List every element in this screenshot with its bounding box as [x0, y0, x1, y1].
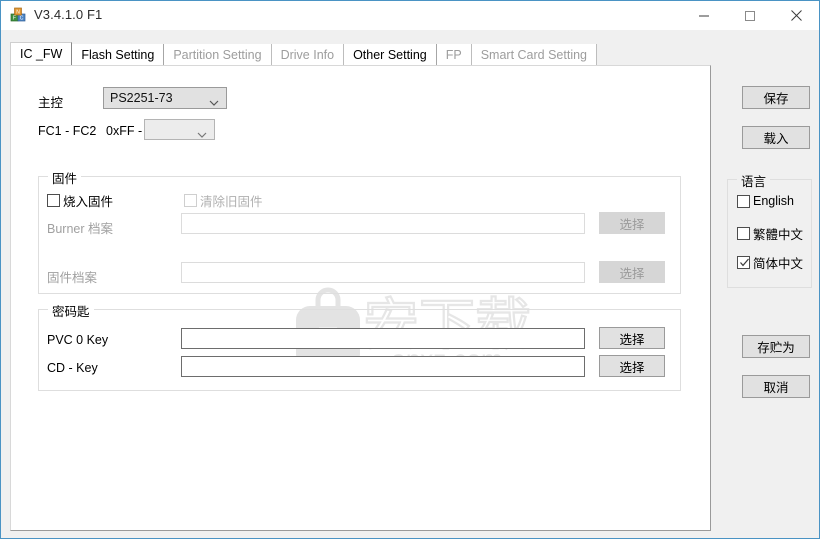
- title-bar: N F C V3.4.1.0 F1: [1, 1, 819, 30]
- save-button[interactable]: 保存: [742, 86, 810, 109]
- fc-prefix-label: 0xFF -: [106, 124, 143, 138]
- tab-drive-info[interactable]: Drive Info: [271, 44, 345, 66]
- cd-key-input[interactable]: [181, 356, 585, 377]
- firmware-file-label: 固件档案: [47, 271, 98, 285]
- language-group-title: 语言: [737, 171, 771, 190]
- burn-firmware-label: 烧入固件: [63, 195, 114, 209]
- check-mark-icon: [739, 257, 750, 268]
- controller-dropdown-value: PS2251-73: [110, 91, 173, 105]
- save-as-button[interactable]: 存贮为: [742, 335, 810, 358]
- cd-key-browse-button[interactable]: 选择: [599, 355, 665, 377]
- clear-old-firmware-label: 清除旧固件: [200, 195, 263, 209]
- tab-smart-card-setting[interactable]: Smart Card Setting: [471, 44, 598, 66]
- burner-file-browse-button[interactable]: 选择: [599, 212, 665, 234]
- checkbox-box: [737, 227, 750, 240]
- svg-text:C: C: [20, 16, 24, 22]
- blocks-icon: N F C: [10, 7, 27, 24]
- chevron-down-icon: [197, 127, 207, 138]
- pvc-key-label: PVC 0 Key: [47, 333, 109, 347]
- chevron-down-icon: [209, 95, 219, 106]
- checkbox-box: [184, 194, 197, 207]
- tab-partition-setting[interactable]: Partition Setting: [164, 44, 272, 66]
- cd-key-label: CD - Key: [47, 361, 98, 375]
- firmware-group: 固件 烧入固件 清除旧固件 Burner 档案 选择 固件档案 选择: [38, 168, 681, 294]
- burner-file-input[interactable]: [181, 213, 585, 234]
- controller-label: 主控: [38, 96, 64, 110]
- pvc-key-input[interactable]: [181, 328, 585, 349]
- firmware-group-title: 固件: [48, 168, 82, 187]
- burner-file-label: Burner 档案: [47, 222, 113, 236]
- firmware-file-browse-button[interactable]: 选择: [599, 261, 665, 283]
- window-title: V3.4.1.0 F1: [34, 7, 103, 22]
- controller-dropdown[interactable]: PS2251-73: [103, 87, 227, 109]
- tab-other-setting[interactable]: Other Setting: [344, 44, 437, 66]
- fc-dropdown[interactable]: [144, 119, 215, 140]
- maximize-button[interactable]: [727, 1, 773, 30]
- key-group-title: 密码匙: [48, 301, 94, 320]
- checkbox-box: [737, 256, 750, 269]
- language-option-english[interactable]: English: [737, 194, 794, 208]
- window-controls: [681, 1, 819, 30]
- minimize-button[interactable]: [681, 1, 727, 30]
- language-group: 语言 English 繁體中文 简体中文: [727, 171, 812, 288]
- checkbox-box: [47, 194, 60, 207]
- cancel-button[interactable]: 取消: [742, 375, 810, 398]
- clear-old-firmware-checkbox[interactable]: 清除旧固件: [184, 191, 263, 210]
- tab-strip: IC _FW Flash Setting Partition Setting D…: [10, 42, 598, 66]
- svg-text:F: F: [13, 16, 16, 22]
- key-group: 密码匙 PVC 0 Key 选择 CD - Key 选择: [38, 301, 681, 391]
- tab-fp[interactable]: FP: [436, 44, 472, 66]
- language-option-traditional-chinese[interactable]: 繁體中文: [737, 224, 803, 243]
- language-option-traditional-chinese-label: 繁體中文: [753, 228, 804, 242]
- language-option-simplified-chinese-label: 简体中文: [753, 257, 804, 271]
- close-button[interactable]: [773, 1, 819, 30]
- pvc-key-browse-button[interactable]: 选择: [599, 327, 665, 349]
- load-button[interactable]: 载入: [742, 126, 810, 149]
- application-window: N F C V3.4.1.0 F1 IC _FW Flash Setting P…: [0, 0, 820, 539]
- firmware-file-input[interactable]: [181, 262, 585, 283]
- burn-firmware-checkbox[interactable]: 烧入固件: [47, 191, 113, 210]
- tab-flash-setting[interactable]: Flash Setting: [72, 44, 165, 66]
- language-option-english-label: English: [753, 194, 794, 208]
- checkbox-box: [737, 194, 750, 208]
- fc-range-label: FC1 - FC2: [38, 124, 97, 138]
- tab-ic-fw[interactable]: IC _FW: [10, 42, 73, 66]
- language-option-simplified-chinese[interactable]: 简体中文: [737, 253, 803, 272]
- tab-content-panel: 安 安下载 anxz.com 主控 PS2251-73 FC1 - FC2 0x…: [10, 65, 711, 531]
